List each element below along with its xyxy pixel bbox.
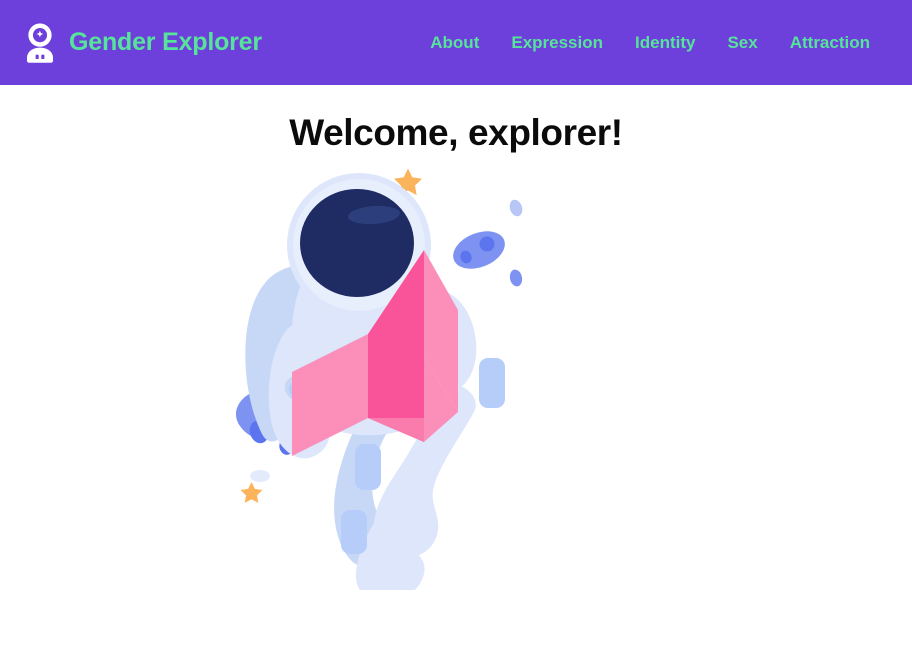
main-content: Welcome, explorer! [0, 85, 912, 648]
brand-name: Gender Explorer [69, 28, 262, 56]
astronaut-reading-book-illustration [226, 160, 686, 590]
asteroid-dot-upper-right [509, 199, 523, 216]
nav-link-sex[interactable]: Sex [711, 27, 773, 59]
astronaut-knee-patch-right [479, 357, 505, 408]
asteroid-dot-lower-right [509, 269, 523, 286]
astronaut-boot-patch [341, 509, 367, 554]
star-lower-left [240, 481, 263, 503]
astronaut-knee-patch-left [355, 443, 381, 490]
astronaut-icon [22, 23, 58, 63]
astronaut-helmet-visor [300, 188, 414, 297]
page-title: Welcome, explorer! [289, 112, 623, 153]
asteroid-right-icon [453, 230, 505, 269]
faint-ellipse-left [250, 469, 270, 482]
astronaut-figure [245, 172, 505, 590]
nav-link-expression[interactable]: Expression [495, 27, 619, 59]
nav-link-about[interactable]: About [414, 27, 495, 59]
brand-logo-link[interactable]: Gender Explorer [22, 23, 262, 63]
main-nav: About Expression Identity Sex Attraction [414, 27, 886, 59]
site-header: Gender Explorer About Expression Identit… [0, 0, 912, 85]
nav-link-attraction[interactable]: Attraction [774, 27, 886, 59]
nav-link-identity[interactable]: Identity [619, 27, 711, 59]
